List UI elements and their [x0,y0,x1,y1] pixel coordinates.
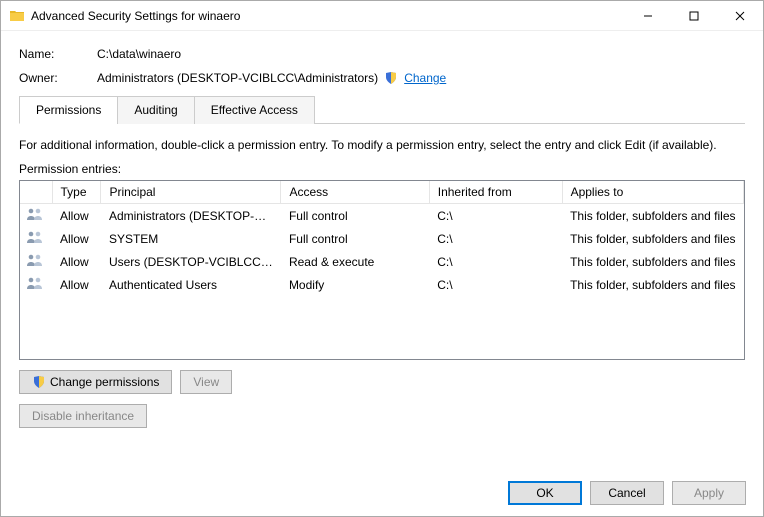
cell-type: Allow [52,250,101,273]
dialog-footer: OK Cancel Apply [508,481,746,505]
apply-button: Apply [672,481,746,505]
entries-label: Permission entries: [19,162,745,176]
shield-icon [384,71,398,85]
tab-auditing[interactable]: Auditing [117,96,194,124]
maximize-button[interactable] [671,1,717,31]
window-title: Advanced Security Settings for winaero [31,9,625,23]
cell-type: Allow [52,204,101,228]
col-applies-header[interactable]: Applies to [562,181,743,204]
table-row[interactable]: AllowUsers (DESKTOP-VCIBLCC\Us...Read & … [20,250,744,273]
name-row: Name: C:\data\winaero [19,47,745,61]
people-icon [26,230,44,244]
view-button: View [180,370,232,394]
owner-row: Owner: Administrators (DESKTOP-VCIBLCC\A… [19,71,745,85]
owner-label: Owner: [19,71,97,85]
tab-permissions[interactable]: Permissions [19,96,118,124]
col-inherited-header[interactable]: Inherited from [429,181,562,204]
cell-access: Full control [281,227,429,250]
table-row[interactable]: AllowSYSTEMFull controlC:\This folder, s… [20,227,744,250]
cell-principal: SYSTEM [101,227,281,250]
titlebar: Advanced Security Settings for winaero [1,1,763,31]
info-text: For additional information, double-click… [19,138,745,152]
disable-inheritance-button: Disable inheritance [19,404,147,428]
ok-button[interactable]: OK [508,481,582,505]
owner-value: Administrators (DESKTOP-VCIBLCC\Administ… [97,71,378,85]
col-principal-header[interactable]: Principal [101,181,281,204]
col-icon-header[interactable] [20,181,52,204]
cell-inherited: C:\ [429,227,562,250]
tabs: Permissions Auditing Effective Access [19,95,745,124]
change-permissions-label: Change permissions [50,375,159,389]
table-header-row: Type Principal Access Inherited from App… [20,181,744,204]
col-type-header[interactable]: Type [52,181,101,204]
cell-applies: This folder, subfolders and files [562,273,743,296]
name-value: C:\data\winaero [97,47,181,61]
name-label: Name: [19,47,97,61]
people-icon [26,253,44,267]
cell-inherited: C:\ [429,273,562,296]
cell-applies: This folder, subfolders and files [562,227,743,250]
cell-applies: This folder, subfolders and files [562,250,743,273]
minimize-button[interactable] [625,1,671,31]
col-access-header[interactable]: Access [281,181,429,204]
change-owner-link[interactable]: Change [404,71,446,85]
folder-icon [9,8,25,24]
cell-type: Allow [52,227,101,250]
cell-applies: This folder, subfolders and files [562,204,743,228]
people-icon [26,276,44,290]
cell-access: Read & execute [281,250,429,273]
cell-principal: Administrators (DESKTOP-VCI... [101,204,281,228]
table-row[interactable]: AllowAuthenticated UsersModifyC:\This fo… [20,273,744,296]
change-permissions-button[interactable]: Change permissions [19,370,172,394]
cell-inherited: C:\ [429,250,562,273]
cell-type: Allow [52,273,101,296]
shield-icon [32,375,46,389]
close-button[interactable] [717,1,763,31]
tab-effective-access[interactable]: Effective Access [194,96,315,124]
cell-inherited: C:\ [429,204,562,228]
cell-access: Modify [281,273,429,296]
cell-principal: Users (DESKTOP-VCIBLCC\Us... [101,250,281,273]
permission-entries-table: Type Principal Access Inherited from App… [19,180,745,360]
people-icon [26,207,44,221]
cell-access: Full control [281,204,429,228]
cancel-button[interactable]: Cancel [590,481,664,505]
cell-principal: Authenticated Users [101,273,281,296]
table-row[interactable]: AllowAdministrators (DESKTOP-VCI...Full … [20,204,744,228]
